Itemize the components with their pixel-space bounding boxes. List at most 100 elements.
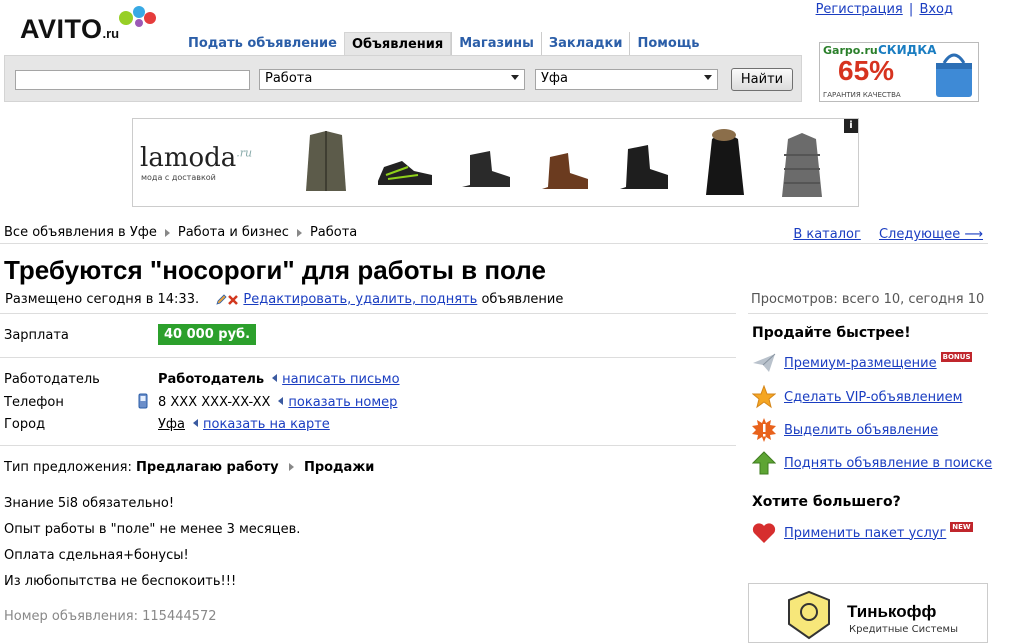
package-item[interactable]: Применить пакет услуг NEW — [752, 522, 973, 544]
divider — [748, 313, 988, 314]
garpo-guarantee: ГАРАНТИЯ КАЧЕСТВА — [823, 91, 901, 99]
tab-shops[interactable]: Магазины — [451, 32, 541, 55]
lamoda-tagline: мода с доставкой — [141, 173, 216, 182]
posted-line: Размещено сегодня в 14:33. Редактировать… — [5, 292, 563, 307]
tinkoff-ad-banner[interactable]: Тинькофф Кредитные Системы — [748, 583, 988, 643]
views-counter: Просмотров: всего 10, сегодня 10 — [751, 292, 985, 307]
chevron-right-icon — [164, 228, 170, 237]
auth-separator: | — [908, 2, 914, 17]
catalog-link[interactable]: В каталог — [793, 227, 861, 242]
description-line: Из любопытства не беспокоить!!! — [4, 574, 237, 589]
pencil-icon[interactable] — [215, 293, 227, 306]
lamoda-products-image — [306, 129, 822, 197]
next-listing-link[interactable]: Следующее ⟶ — [879, 227, 983, 242]
jacket-icon — [306, 131, 346, 191]
search-button[interactable]: Найти — [731, 68, 793, 91]
edit-listing-link[interactable]: Редактировать, удалить, поднять — [243, 292, 477, 307]
divider — [0, 243, 988, 244]
phone-value: 8 XXX XXX-XX-XX — [158, 395, 271, 410]
chevron-right-icon — [288, 463, 294, 471]
premium-placement-link[interactable]: Премиум-размещение — [784, 356, 937, 371]
edit-suffix: объявление — [481, 292, 564, 307]
vip-link[interactable]: Сделать VIP-объявлением — [784, 390, 962, 405]
city-row: Уфа показать на карте — [158, 417, 330, 432]
highlight-burst-icon — [752, 418, 776, 442]
write-letter-link[interactable]: написать письмо — [282, 372, 399, 387]
register-link[interactable]: Регистрация — [816, 2, 903, 17]
arrow-left-icon — [278, 397, 284, 405]
package-link[interactable]: Применить пакет услуг — [784, 526, 946, 541]
mobile-phone-icon — [138, 393, 148, 409]
highlight-item[interactable]: Выделить объявление — [752, 418, 938, 442]
offer-type-value: Предлагаю работу — [136, 460, 279, 475]
heart-icon — [752, 523, 776, 543]
chevron-down-icon — [511, 75, 519, 80]
offer-type-row: Тип предложения: Предлагаю работу Продаж… — [4, 460, 374, 475]
lamoda-logo: lamoda.ru — [140, 143, 252, 173]
auth-links: Регистрация | Вход — [816, 2, 953, 17]
salary-label: Зарплата — [4, 328, 69, 343]
logo-text: AVITO — [20, 14, 103, 44]
parka-icon — [706, 129, 744, 195]
page-title: Требуются "носороги" для работы в поле — [4, 255, 546, 285]
tab-post-ad[interactable]: Подать объявление — [181, 32, 344, 55]
show-phone-link[interactable]: показать номер — [288, 395, 397, 410]
breadcrumb-item[interactable]: Работа — [310, 225, 357, 240]
raise-link[interactable]: Поднять объявление в поиске — [784, 456, 992, 471]
description-line: Оплата сдельная+бонусы! — [4, 548, 189, 563]
premium-placement-item[interactable]: Премиум-размещение BONUS — [752, 352, 973, 374]
garpo-ad-banner[interactable]: Garpo.ru СКИДКА 65% ГАРАНТИЯ КАЧЕСТВА — [819, 42, 979, 102]
main-nav: Подать объявление Объявления Магазины За… — [181, 32, 706, 56]
boot-icon — [542, 153, 588, 189]
paper-plane-icon — [753, 353, 776, 372]
divider — [0, 445, 736, 446]
raise-item[interactable]: Поднять объявление в поиске — [752, 451, 992, 475]
tinkoff-name: Тинькофф — [847, 602, 937, 621]
lamoda-logo-text: lamoda — [140, 143, 237, 173]
employer-value: Работодатель — [158, 372, 265, 387]
category-select-value: Работа — [265, 71, 313, 86]
chevron-down-icon — [704, 75, 712, 80]
lamoda-logo-suffix: .ru — [236, 146, 253, 160]
breadcrumb: Все объявления в Уфе Работа и бизнес Раб… — [4, 225, 357, 240]
sneaker-icon — [378, 161, 432, 185]
city-value-link[interactable]: Уфа — [158, 417, 185, 432]
search-bar: Работа Уфа Найти — [4, 55, 802, 102]
category-select[interactable]: Работа — [259, 69, 525, 90]
salary-value: 40 000 руб. — [158, 324, 257, 345]
tab-bookmarks[interactable]: Закладки — [540, 32, 630, 55]
breadcrumb-item[interactable]: Работа и бизнес — [178, 225, 289, 240]
delete-x-icon[interactable] — [227, 294, 239, 306]
handbag-icon — [936, 53, 972, 97]
avito-logo[interactable]: AVITO.ru — [20, 6, 156, 45]
login-link[interactable]: Вход — [919, 2, 953, 17]
tab-listings[interactable]: Объявления — [343, 32, 452, 56]
listing-nav: В каталог Следующее ⟶ — [793, 227, 983, 242]
lamoda-ad-banner[interactable]: lamoda.ru мода с доставкой i — [132, 118, 859, 207]
logo-bubbles-icon — [119, 6, 156, 27]
ad-info-icon[interactable]: i — [844, 119, 858, 133]
divider — [0, 357, 736, 358]
description-line: Знание 5i8 обязательно! — [4, 496, 175, 511]
vip-item[interactable]: Сделать VIP-объявлением — [752, 385, 962, 409]
search-input[interactable] — [15, 70, 250, 90]
boot-icon — [620, 145, 668, 189]
arrow-up-icon — [752, 451, 776, 475]
puffer-jacket-icon — [782, 133, 822, 197]
boot-icon — [462, 151, 510, 187]
highlight-link[interactable]: Выделить объявление — [784, 423, 938, 438]
show-map-link[interactable]: показать на карте — [203, 417, 330, 432]
arrow-left-icon — [193, 419, 199, 427]
bonus-badge: BONUS — [940, 352, 973, 362]
phone-row: 8 XXX XXX-XX-XX показать номер — [158, 395, 397, 410]
employer-row: Работодатель написать письмо — [158, 372, 400, 387]
tinkoff-subtitle: Кредитные Системы — [849, 624, 958, 635]
description-line: Опыт работы в "поле" не менее 3 месяцев. — [4, 522, 301, 537]
city-label: Город — [4, 417, 46, 432]
employer-label: Работодатель — [4, 372, 100, 387]
breadcrumb-item[interactable]: Все объявления в Уфе — [4, 225, 157, 240]
city-select[interactable]: Уфа — [535, 69, 718, 90]
logo-suffix: .ru — [102, 26, 120, 41]
offer-type-label: Тип предложения: — [4, 460, 132, 475]
tab-help[interactable]: Помощь — [629, 32, 706, 55]
